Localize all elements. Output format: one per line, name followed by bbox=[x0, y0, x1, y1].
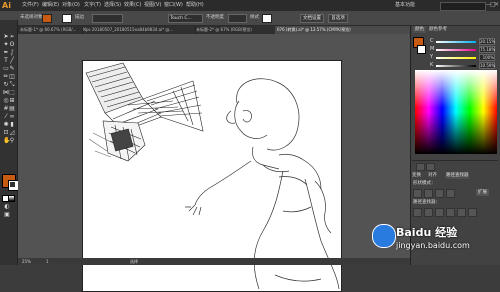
opacity-label: 不透明度 bbox=[206, 15, 224, 20]
tab-document-3[interactable]: 未标题-2* @ 67% (RGB/预览) bbox=[194, 26, 277, 34]
menu-object[interactable]: 对象(O) bbox=[62, 2, 80, 9]
color-spectrum[interactable] bbox=[415, 70, 497, 154]
menu-select[interactable]: 选择(S) bbox=[104, 2, 121, 9]
draw-mode-icon[interactable]: ◐ bbox=[4, 204, 10, 210]
expand-button[interactable]: 扩展 bbox=[476, 189, 489, 196]
watermark-brand: Baidu 经验 bbox=[396, 226, 458, 239]
channel-k-label: K bbox=[430, 62, 434, 68]
control-bar: 未选择对象 描边 Touch C... 不透明度 样式 文档设置 首选项 bbox=[0, 11, 500, 26]
channel-m-value[interactable]: 75.18% bbox=[479, 46, 495, 53]
unite-button[interactable] bbox=[413, 189, 422, 198]
status-bar bbox=[18, 258, 410, 265]
channel-c-slider[interactable] bbox=[436, 41, 476, 43]
lasso-tool-icon[interactable]: ʘ bbox=[9, 42, 15, 48]
shape-modes-label: 形状模式： bbox=[413, 181, 436, 186]
channel-c-value[interactable]: 20.15% bbox=[479, 38, 495, 45]
eraser-tool-icon[interactable]: ◫ bbox=[9, 74, 15, 80]
panel-divider bbox=[412, 160, 498, 161]
gradient-tool-icon[interactable]: ▤ bbox=[9, 106, 15, 112]
tab-document-1[interactable]: 未标题-1* @ 66.67% (RGB/... bbox=[18, 26, 83, 34]
zoom-level[interactable]: 25% bbox=[22, 258, 31, 265]
stroke-color-swatch[interactable] bbox=[62, 14, 72, 23]
baidu-paw-icon bbox=[372, 224, 396, 248]
crop-button[interactable] bbox=[446, 208, 455, 217]
column-graph-tool-icon[interactable]: ▮ bbox=[9, 122, 15, 128]
scale-tool-icon[interactable]: ⤡ bbox=[9, 82, 15, 88]
channel-c-label: C bbox=[430, 38, 434, 44]
menu-view[interactable]: 视图(V) bbox=[144, 2, 161, 9]
tab-color[interactable]: 颜色 bbox=[413, 26, 426, 33]
fill-color-swatch[interactable] bbox=[42, 14, 52, 23]
channel-m-label: M bbox=[430, 46, 435, 52]
tab-transform[interactable]: 变换 bbox=[412, 172, 421, 179]
outline-button[interactable] bbox=[457, 208, 466, 217]
tab-document-active[interactable]: 076 (转换).ai* @ 12.57% (CMYK/预览) bbox=[275, 26, 413, 34]
search-input[interactable] bbox=[440, 2, 486, 11]
stroke-label: 描边 bbox=[75, 15, 84, 20]
menu-bar: Ai 文件(F) 编辑(E) 对象(O) 文字(T) 选择(S) 效果(C) 视… bbox=[0, 0, 500, 11]
direct-selection-tool-icon[interactable]: ➢ bbox=[9, 34, 15, 40]
page-number[interactable]: 1 bbox=[46, 258, 49, 265]
menu-help[interactable]: 帮助(H) bbox=[186, 2, 204, 9]
tab-align[interactable]: 对齐 bbox=[428, 172, 437, 179]
tab-color-guide[interactable]: 颜色参考 bbox=[429, 26, 447, 33]
close-button[interactable]: ✕ bbox=[494, 1, 499, 9]
channel-k-slider[interactable] bbox=[436, 65, 476, 67]
preferences-button[interactable]: 首选项 bbox=[328, 14, 348, 23]
stroke-weight-dropdown[interactable] bbox=[92, 14, 123, 23]
merge-button[interactable] bbox=[435, 208, 444, 217]
menu-window[interactable]: 窗口(W) bbox=[164, 2, 183, 9]
menu-edit[interactable]: 编辑(E) bbox=[42, 2, 59, 9]
pathfinders-label: 路径查找器： bbox=[413, 200, 440, 205]
document-tabs: 未标题-1* @ 66.67% (RGB/... Nps 20180507_20… bbox=[18, 26, 413, 34]
document-setup-button[interactable]: 文档设置 bbox=[300, 14, 324, 23]
screen-mode-icon[interactable]: ▣ bbox=[4, 212, 10, 218]
perspective-grid-tool-icon[interactable]: ⊞ bbox=[9, 98, 15, 104]
app-logo: Ai bbox=[2, 1, 11, 10]
watermark-url: jingyan.baidu.com bbox=[396, 241, 470, 250]
workspace-switcher[interactable]: 基本功能 bbox=[395, 2, 435, 9]
zoom-tool-icon[interactable]: ⚲ bbox=[9, 138, 15, 144]
style-swatch[interactable] bbox=[262, 14, 272, 23]
artwork-drawing bbox=[85, 62, 340, 290]
paintbrush-tool-icon[interactable]: ✎ bbox=[9, 66, 15, 72]
blend-tool-icon[interactable]: ∞ bbox=[9, 114, 15, 120]
line-tool-icon[interactable]: ╱ bbox=[9, 58, 15, 64]
brush-dropdown[interactable]: Touch C... bbox=[168, 14, 203, 23]
trim-button[interactable] bbox=[424, 208, 433, 217]
minus-back-button[interactable] bbox=[468, 208, 477, 217]
curvature-tool-icon[interactable]: ∫ bbox=[9, 50, 15, 56]
color-panel-stroke-swatch[interactable] bbox=[417, 45, 426, 54]
free-transform-tool-icon[interactable]: ⬚ bbox=[9, 90, 15, 96]
intersect-button[interactable] bbox=[435, 189, 444, 198]
exclude-button[interactable] bbox=[446, 189, 455, 198]
style-label: 样式 bbox=[250, 15, 259, 20]
panel-icon-2[interactable] bbox=[426, 163, 435, 171]
channel-k-value[interactable]: 10.59% bbox=[479, 62, 495, 69]
channel-y-slider[interactable] bbox=[436, 57, 476, 59]
divide-button[interactable] bbox=[413, 208, 422, 217]
selection-status: 未选择对象 bbox=[20, 15, 43, 20]
gradient-mode-icon[interactable] bbox=[8, 195, 15, 202]
menu-type[interactable]: 文字(T) bbox=[84, 2, 101, 9]
canvas-pasteboard[interactable] bbox=[18, 34, 410, 292]
channel-y-value[interactable]: 100% bbox=[479, 54, 495, 61]
panel-icon-1[interactable] bbox=[416, 163, 425, 171]
slice-tool-icon[interactable]: ◿ bbox=[9, 130, 15, 136]
status-mode[interactable]: 选择 bbox=[130, 258, 138, 265]
menu-file[interactable]: 文件(F) bbox=[22, 2, 39, 9]
channel-y-label: Y bbox=[430, 54, 434, 60]
tab-document-2[interactable]: Nps 20180507_20180515ea84b9834.ai* @... bbox=[81, 26, 196, 34]
opacity-dropdown[interactable] bbox=[228, 14, 247, 23]
menu-effect[interactable]: 效果(C) bbox=[124, 2, 141, 9]
minus-front-button[interactable] bbox=[424, 189, 433, 198]
channel-m-slider[interactable] bbox=[436, 49, 476, 51]
stroke-swatch-inner bbox=[10, 182, 15, 187]
tab-pathfinder[interactable]: 路径查找器 bbox=[446, 172, 469, 179]
